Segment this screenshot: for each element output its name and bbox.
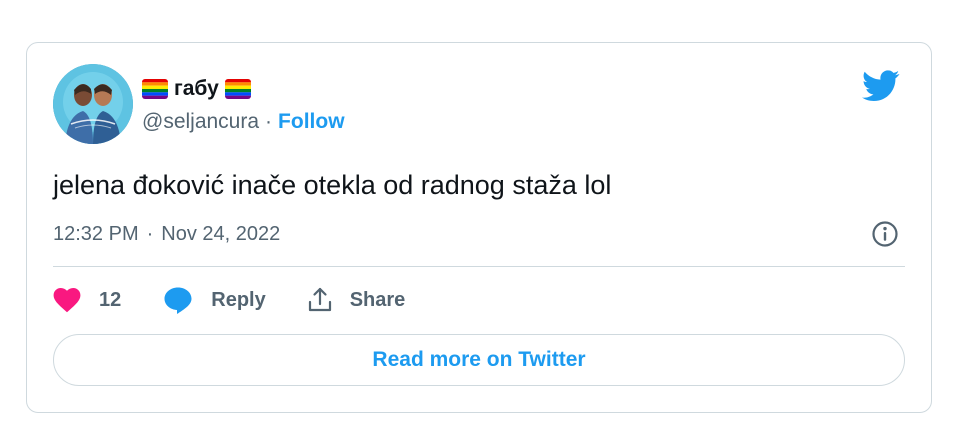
- tweet-date[interactable]: Nov 24, 2022: [161, 223, 280, 246]
- read-more-button[interactable]: Read more on Twitter: [53, 334, 905, 386]
- share-upload-icon: [306, 286, 334, 314]
- rainbow-flag-icon: [224, 79, 251, 99]
- twitter-bird-icon[interactable]: [862, 70, 900, 102]
- user-handle[interactable]: @seljancura: [142, 110, 259, 134]
- like-button[interactable]: 12: [53, 287, 121, 313]
- speech-bubble-icon: [163, 286, 193, 314]
- tweet-card: габу @seljancura · Follow jelena đoković…: [26, 42, 932, 413]
- display-name: габу: [174, 77, 219, 100]
- handle-row: @seljancura · Follow: [142, 109, 345, 135]
- divider: [53, 266, 905, 267]
- share-label: Share: [349, 288, 406, 311]
- info-icon[interactable]: [870, 219, 900, 249]
- separator-dot: ·: [265, 110, 273, 133]
- share-button[interactable]: Share: [306, 286, 406, 314]
- tweet-time[interactable]: 12:32 PM: [53, 223, 139, 246]
- follow-button[interactable]: Follow: [278, 110, 345, 134]
- separator-dot: ·: [146, 222, 154, 245]
- timestamp-row[interactable]: 12:32 PM · Nov 24, 2022: [53, 219, 280, 249]
- action-bar: 12 Reply Share: [53, 283, 405, 317]
- reply-label: Reply: [211, 288, 266, 311]
- avatar[interactable]: [53, 64, 133, 144]
- reply-button[interactable]: Reply: [163, 286, 266, 314]
- rainbow-flag-icon: [142, 79, 168, 99]
- tweet-text: jelena đoković inače otekla od radnog st…: [53, 170, 612, 200]
- heart-icon: [53, 287, 81, 313]
- like-count: 12: [99, 288, 122, 311]
- display-name-row[interactable]: габу: [142, 76, 251, 102]
